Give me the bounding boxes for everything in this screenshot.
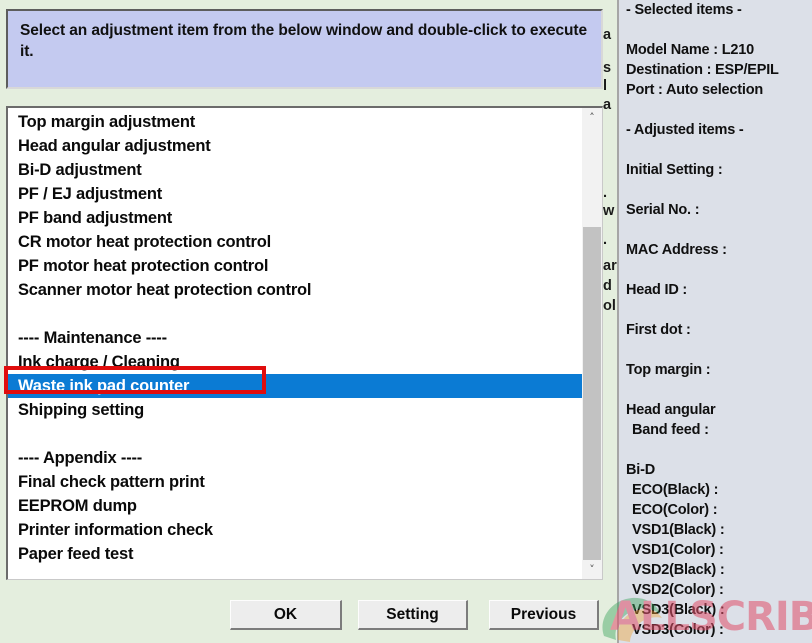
selected-items-info-panel: - Selected items - Model Name : L210 Desti… bbox=[617, 0, 812, 643]
list-item[interactable]: Bi-D adjustment bbox=[8, 158, 582, 182]
list-item-selected[interactable]: Waste ink pad counter bbox=[8, 374, 582, 398]
clipped-text-fragment: . bbox=[603, 185, 608, 201]
info-line: VSD2(Color) : bbox=[632, 582, 724, 598]
instruction-message-box: Select an adjustment item from the below… bbox=[6, 9, 603, 89]
info-line: Band feed : bbox=[632, 422, 709, 438]
list-item[interactable]: Printer information check bbox=[8, 518, 582, 542]
clipped-text-fragment: a bbox=[603, 97, 612, 113]
list-item[interactable]: Shipping setting bbox=[8, 398, 582, 422]
ok-button[interactable]: OK bbox=[230, 600, 342, 630]
info-line: Head ID : bbox=[626, 282, 688, 298]
info-line: VSD1(Black) : bbox=[632, 522, 725, 538]
info-line: VSD3(Black) : bbox=[632, 602, 725, 618]
list-item[interactable]: EEPROM dump bbox=[8, 494, 582, 518]
info-line: - Selected items - bbox=[626, 2, 742, 18]
list-item[interactable]: Top margin adjustment bbox=[8, 110, 582, 134]
info-line: First dot : bbox=[626, 322, 691, 338]
list-item[interactable]: CR motor heat protection control bbox=[8, 230, 582, 254]
clipped-text-fragment: s bbox=[603, 60, 612, 76]
previous-button[interactable]: Previous bbox=[489, 600, 599, 630]
scroll-up-arrow-icon[interactable]: ˄ bbox=[582, 108, 602, 127]
list-item[interactable]: PF / EJ adjustment bbox=[8, 182, 582, 206]
clipped-text-fragment: w bbox=[603, 203, 615, 219]
info-line: Bi-D bbox=[626, 462, 656, 478]
scroll-down-arrow-icon[interactable]: ˅ bbox=[582, 560, 602, 579]
info-line: Model Name : L210 bbox=[626, 42, 754, 58]
instruction-text: Select an adjustment item from the below… bbox=[20, 22, 592, 60]
setting-button[interactable]: Setting bbox=[358, 600, 468, 630]
scrollbar-thumb[interactable] bbox=[583, 227, 601, 577]
info-line: Port : Auto selection bbox=[626, 82, 764, 98]
info-line: VSD1(Color) : bbox=[632, 542, 724, 558]
list-item[interactable]: Ink charge / Cleaning bbox=[8, 350, 582, 374]
info-line: VSD2(Black) : bbox=[632, 562, 725, 578]
info-line: - Adjusted items - bbox=[626, 122, 744, 138]
info-line: ECO(Black) : bbox=[632, 482, 719, 498]
info-line: Serial No. : bbox=[626, 202, 700, 218]
list-item[interactable]: Paper feed test bbox=[8, 542, 582, 566]
clipped-text-fragment: ar bbox=[603, 258, 617, 274]
list-item[interactable]: PF motor heat protection control bbox=[8, 254, 582, 278]
info-line: Destination : ESP/EPIL bbox=[626, 62, 779, 78]
clipped-text-fragment: d bbox=[603, 278, 612, 294]
list-item[interactable]: Final check pattern print bbox=[8, 470, 582, 494]
list-item[interactable] bbox=[8, 302, 582, 326]
info-line: Top margin : bbox=[626, 362, 711, 378]
info-line: Head angular bbox=[626, 402, 716, 418]
clipped-text-fragment: ol bbox=[603, 298, 616, 314]
list-scrollbar[interactable]: ˄ ˅ bbox=[582, 108, 602, 579]
clipped-text-fragment: l bbox=[603, 78, 608, 94]
list-item[interactable] bbox=[8, 422, 582, 446]
list-item[interactable]: ---- Maintenance ---- bbox=[8, 326, 582, 350]
list-item[interactable]: Head angular adjustment bbox=[8, 134, 582, 158]
clipped-text-fragment: a bbox=[603, 27, 612, 43]
adjustment-program-window: Select an adjustment item from the below… bbox=[0, 0, 812, 643]
list-item[interactable]: Scanner motor heat protection control bbox=[8, 278, 582, 302]
list-item[interactable]: ---- Appendix ---- bbox=[8, 446, 582, 470]
info-line: VSD3(Color) : bbox=[632, 622, 724, 638]
info-line: MAC Address : bbox=[626, 242, 727, 258]
adjustment-item-listbox[interactable]: Top margin adjustment Head angular adjust… bbox=[6, 106, 603, 580]
clipped-text-fragment: . bbox=[603, 232, 608, 248]
info-line: Initial Setting : bbox=[626, 162, 723, 178]
adjustment-item-list[interactable]: Top margin adjustment Head angular adjust… bbox=[8, 108, 582, 579]
list-item[interactable]: PF band adjustment bbox=[8, 206, 582, 230]
clipped-background-text: a s l a. w. ar d ol bbox=[603, 0, 617, 643]
info-line: ECO(Color) : bbox=[632, 502, 718, 518]
